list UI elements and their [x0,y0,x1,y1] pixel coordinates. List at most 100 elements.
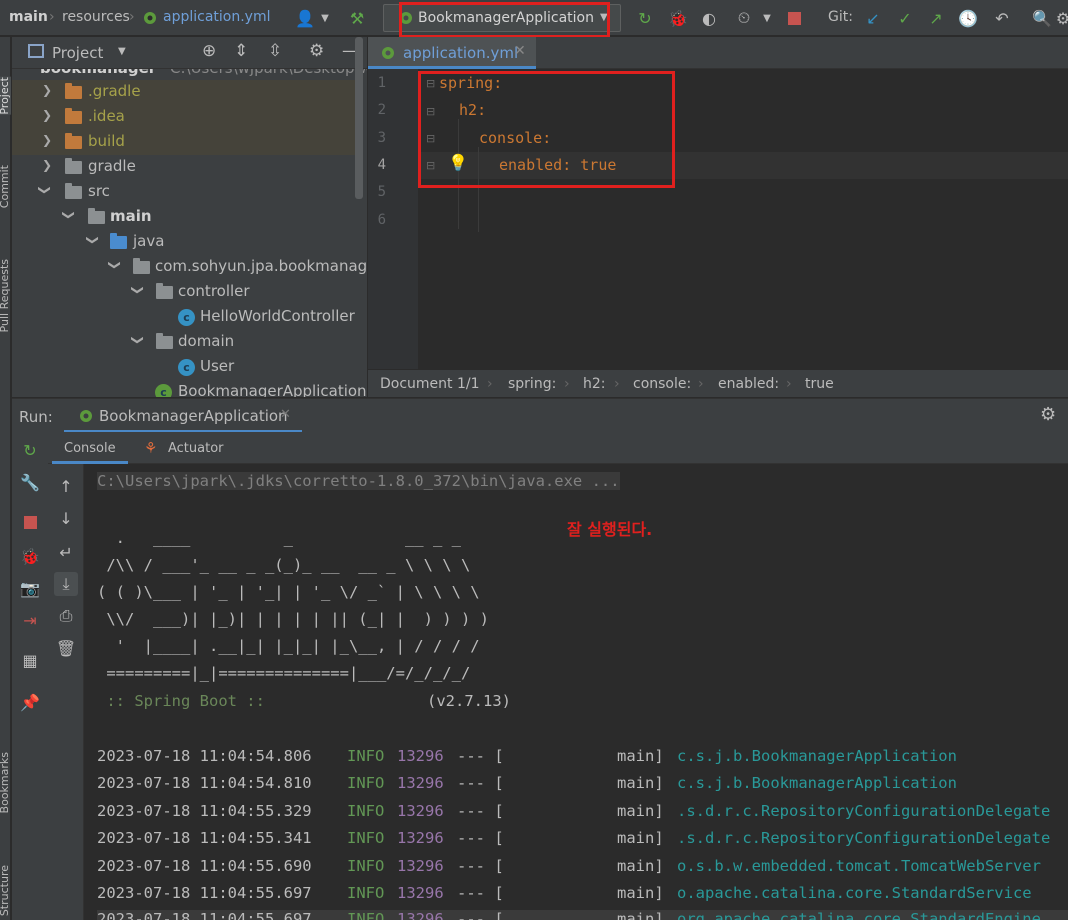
locate-target-icon[interactable]: ⊕ [202,41,216,61]
stop-icon[interactable] [18,510,42,534]
folder-icon [65,133,82,149]
chevron-right-icon: ❯ [42,133,53,147]
git-push-icon[interactable]: ↗ [925,7,947,29]
package-icon [133,258,150,274]
annotation-text: 잘 실행된다. [567,520,653,539]
tree-item-user[interactable]: c User [12,355,357,380]
tool-window-project[interactable]: Project [0,77,11,115]
log-line: 2023-07-18 11:04:55.341 INFO 13296 --- [… [97,829,1051,847]
arrow-down-icon[interactable]: ↓ [54,506,78,530]
chevron-right-icon: ❯ [42,108,53,122]
breadcrumb-resources[interactable]: resources [62,9,130,25]
yaml-file-icon [139,7,161,29]
source-folder-icon [110,233,127,249]
tree-item-controller[interactable]: ❯ controller [12,280,357,305]
breadcrumb-enabled[interactable]: enabled: [718,376,779,392]
debug-bug-icon[interactable]: 🐞 [667,7,689,29]
expand-all-icon[interactable]: ⇕ [234,41,248,61]
run-tab[interactable]: BookmanagerApplication ✕ [64,399,302,433]
close-icon[interactable]: ✕ [280,407,291,422]
exit-icon[interactable]: ⇥ [18,608,42,632]
close-icon[interactable]: ✕ [514,43,526,59]
tree-item-build[interactable]: ❯ build [12,130,357,155]
profiler-icon[interactable]: ⏲ [733,7,755,29]
chevron-down-icon: ❯ [131,334,146,346]
pin-icon[interactable]: 📌 [18,690,42,714]
line-number: 1 [377,75,386,91]
breadcrumb-document[interactable]: Document 1/1 [380,376,480,392]
line-number: 3 [377,130,386,146]
editor-tabs: application.yml ✕ [368,37,1068,69]
settings-gear-icon[interactable]: ⚙ [309,41,324,61]
tab-console[interactable]: Console [52,432,128,464]
trash-icon[interactable]: 🗑 [54,636,78,660]
tool-window-commit[interactable]: Commit [0,165,11,208]
rerun-icon[interactable]: ↻ [18,438,42,462]
arrow-up-icon[interactable]: ↑ [54,474,78,498]
chevron-down-icon: ❯ [131,284,146,296]
chevron-down-icon[interactable]: ▼ [118,46,126,57]
debug-bug-icon[interactable]: 🐞 [18,544,42,568]
git-commit-check-icon[interactable]: ✓ [894,7,916,29]
tree-item-bookmanagerapplication[interactable]: c BookmanagerApplication [12,380,367,397]
console-output[interactable]: C:\Users\jpark\.jdks\corretto-1.8.0_372\… [85,464,1068,920]
command-line: C:\Users\jpark\.jdks\corretto-1.8.0_372\… [97,472,620,490]
coverage-icon[interactable]: ◐ [698,7,720,29]
package-icon [156,283,173,299]
tree-item-java[interactable]: ❯ java [12,230,357,255]
breadcrumb-spring[interactable]: spring: [508,376,556,392]
layout-icon[interactable]: ▦ [18,648,42,672]
history-clock-icon[interactable]: 🕓 [957,7,979,29]
breadcrumb-h2[interactable]: h2: [583,376,606,392]
print-icon[interactable]: ⎙ [54,604,78,628]
line-number: 4 [377,157,386,173]
project-tree: bookmanager C:\Users\wjpark\Desktop\wo ❯… [12,69,367,397]
tool-window-structure[interactable]: Structure [0,865,11,916]
folder-icon [65,158,82,174]
main-toolbar: main › resources › application.yml 👤 ▼ ⚒… [0,0,1068,38]
user-icon[interactable]: 👤 [294,7,316,29]
tab-application-yml[interactable]: application.yml ✕ [368,37,536,69]
rollback-icon[interactable]: ↶ [991,7,1013,29]
chevron-down-icon[interactable]: ▼ [756,7,778,29]
rerun-icon[interactable]: ↻ [634,7,656,29]
log-line: 2023-07-18 11:04:54.810 INFO 13296 --- [… [97,774,957,792]
tool-window-pull-requests[interactable]: Pull Requests [0,259,11,332]
breadcrumb-console[interactable]: console: [633,376,691,392]
editor-breadcrumb: Document 1/1 › spring: › h2: › console: … [368,369,1068,397]
tree-item-gradle[interactable]: ❯ gradle [12,155,357,180]
actuator-icon: ⚘ [144,439,158,457]
tree-item-main[interactable]: ❯ main [12,205,357,230]
chevron-down-icon[interactable]: ▼ [314,7,336,29]
soft-wrap-icon[interactable]: ↵ [54,540,78,564]
tree-item-src[interactable]: ❯ src [12,180,357,205]
chevron-right-icon: ❯ [42,83,53,97]
spring-boot-label: :: Spring Boot :: [97,692,265,710]
breadcrumb-file[interactable]: application.yml [163,9,271,25]
line-number: 6 [377,212,386,228]
tool-window-bookmarks[interactable]: Bookmarks [0,752,11,813]
project-scrollbar[interactable] [355,37,363,199]
breadcrumb-true[interactable]: true [805,376,834,392]
project-view-title[interactable]: Project [52,44,103,62]
tree-item-domain[interactable]: ❯ domain [12,330,357,355]
tab-actuator[interactable]: Actuator [168,441,224,456]
banner-line: . ____ _ __ _ _ [97,529,461,547]
run-panel-header: Run: BookmanagerApplication ✕ ⚙ [12,398,1068,433]
settings-gear-icon[interactable]: ⚙ [1040,404,1056,425]
stop-icon[interactable] [783,7,805,29]
git-update-icon[interactable]: ↙ [862,7,884,29]
tree-item-helloworldcontroller[interactable]: c HelloWorldController [12,305,357,330]
wrench-icon[interactable]: 🔧 [18,470,42,494]
search-icon[interactable]: 🔍 [1031,7,1053,29]
settings-gear-icon[interactable]: ⚙ [1052,7,1068,29]
collapse-all-icon[interactable]: ⇳ [268,41,282,61]
tree-item-gradle-hidden[interactable]: ❯ .gradle [12,80,357,105]
breadcrumb-main[interactable]: main [9,9,48,25]
tree-item-package-root[interactable]: ❯ com.sohyun.jpa.bookmanager [12,255,367,280]
tree-item-idea[interactable]: ❯ .idea [12,105,357,130]
scroll-to-end-icon[interactable]: ⤓ [54,572,78,596]
hammer-build-icon[interactable]: ⚒ [346,7,368,29]
camera-icon[interactable]: 📷 [18,576,42,600]
chevron-down-icon: ❯ [62,209,77,221]
